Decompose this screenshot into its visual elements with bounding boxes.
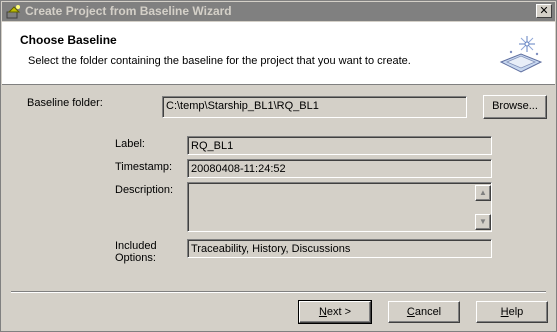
close-button[interactable]: ✕ (536, 4, 552, 18)
label-field[interactable]: RQ_BL1 (187, 136, 492, 155)
description-label: Description: (115, 184, 174, 196)
next-button[interactable]: Next > (298, 300, 372, 324)
page-subtext: Select the folder containing the baselin… (28, 55, 411, 67)
included-options-label: Included Options: (115, 240, 157, 264)
wizard-dialog: Create Project from Baseline Wizard ✕ Ch… (0, 0, 557, 332)
scroll-up-button[interactable]: ▲ (475, 185, 491, 201)
page-heading: Choose Baseline (20, 33, 117, 47)
help-label: elp (508, 306, 524, 318)
wizard-sparkle-icon (497, 32, 545, 76)
cancel-label: ancel (414, 306, 442, 318)
baseline-folder-field[interactable]: C:\temp\Starship_BL1\RQ_BL1 (162, 96, 467, 118)
included-options-label-line2: Options: (115, 252, 156, 264)
next-mnemonic: N (318, 306, 327, 318)
window-title: Create Project from Baseline Wizard (25, 4, 232, 18)
help-button[interactable]: Help (476, 301, 548, 323)
baseline-folder-label: Baseline folder: (27, 97, 103, 109)
browse-button[interactable]: Browse... (483, 95, 547, 119)
included-options-field[interactable]: Traceability, History, Discussions (187, 239, 492, 258)
wizard-header: Choose Baseline Select the folder contai… (2, 22, 555, 85)
help-mnemonic: H (500, 306, 509, 318)
scroll-down-button[interactable]: ▼ (475, 214, 491, 230)
cancel-mnemonic: C (406, 306, 415, 318)
timestamp-field[interactable]: 20080408-11:24:52 (187, 159, 492, 178)
next-label: ext > (326, 306, 352, 318)
included-options-label-line1: Included (115, 240, 157, 252)
description-field[interactable]: ▲ ▼ (187, 182, 492, 232)
footer-separator (11, 291, 546, 293)
title-bar[interactable]: Create Project from Baseline Wizard ✕ (2, 2, 555, 21)
wizard-app-icon (6, 4, 22, 19)
cancel-button[interactable]: Cancel (388, 301, 460, 323)
label-label: Label: (115, 138, 145, 150)
timestamp-label: Timestamp: (115, 161, 173, 173)
